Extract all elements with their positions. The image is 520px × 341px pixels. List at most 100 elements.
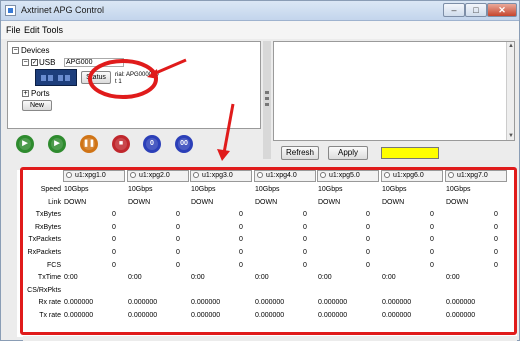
collapse-icon[interactable]: − — [22, 59, 29, 67]
table-cell: 0 — [176, 261, 180, 269]
table-cell: 0.000000 — [191, 312, 221, 319]
close-button[interactable]: ✕ — [487, 3, 517, 17]
table-cell: 0 — [366, 236, 370, 244]
minimize-button[interactable]: – — [443, 3, 465, 17]
column-radio-icon[interactable] — [193, 172, 199, 179]
table-cell: 0.000000 — [255, 299, 285, 307]
stop-button-icon: ■ — [118, 140, 124, 147]
table-cell: 0 — [366, 223, 370, 231]
table-cell: 0.000000 — [446, 299, 476, 307]
table-cell: 0:00 — [255, 274, 269, 282]
menu-edit[interactable]: Edit — [24, 25, 40, 35]
table-cell: DOWN — [128, 198, 151, 206]
row-label: FCS — [47, 261, 61, 269]
zero-button[interactable]: 0 — [143, 135, 161, 153]
serial-line-2: t 1 — [115, 79, 122, 85]
column-radio-icon[interactable] — [257, 172, 263, 179]
column-header[interactable]: u1:xpg6.0 — [381, 170, 443, 182]
table-cell: 0 — [239, 211, 243, 219]
expand-icon[interactable]: + — [22, 90, 29, 98]
table-cell: 0 — [430, 211, 434, 219]
new-button[interactable]: New — [22, 100, 52, 111]
refresh-button[interactable]: Refresh — [281, 146, 319, 160]
table-cell: DOWN — [446, 198, 469, 206]
device-name-field[interactable]: APG000 — [64, 58, 124, 67]
stop-button[interactable]: ■ — [112, 135, 130, 153]
app-window: Axtrinet APG Control – □ ✕ File Edit Too… — [0, 0, 520, 341]
column-radio-icon[interactable] — [384, 172, 390, 179]
table-cell: 0 — [303, 249, 307, 256]
table-cell: 0 — [494, 211, 498, 219]
table-cell: 0 — [366, 211, 370, 219]
column-header-label: u1:xpg2.0 — [139, 172, 170, 179]
table-cell: 0 — [366, 249, 370, 256]
vertical-scrollbar[interactable]: ▲ ▼ — [506, 42, 514, 140]
table-cell: 0 — [112, 211, 116, 219]
tree-devices[interactable]: − Devices — [12, 46, 49, 55]
table-cell: 0.000000 — [128, 312, 158, 319]
annotation-arrowhead-2 — [217, 149, 230, 161]
row-label: Tx rate — [39, 312, 61, 319]
column-radio-icon[interactable] — [448, 172, 454, 179]
table-cell: 10Gbps — [128, 186, 153, 193]
table-cell: 0 — [494, 236, 498, 244]
table-cell: 0 — [303, 223, 307, 231]
column-header[interactable]: u1:xpg7.0 — [445, 170, 507, 182]
tree-ports[interactable]: + Ports — [22, 89, 50, 98]
scroll-up-icon[interactable]: ▲ — [507, 42, 515, 50]
table-cell: 0 — [239, 236, 243, 244]
table-cell: 0 — [494, 261, 498, 269]
serial-info: rial: APG000010 t 1 — [115, 72, 159, 86]
tree-usb[interactable]: − ✓ USB — [22, 58, 55, 67]
pause-button[interactable]: ❚❚ — [80, 135, 98, 153]
table-cell: 0:00 — [446, 274, 460, 282]
row-label: CS/RxPkts — [27, 286, 61, 294]
details-pane: ▲ ▼ — [273, 41, 515, 141]
column-header[interactable]: u1:xpg4.0 — [254, 170, 316, 182]
column-header-label: u1:xpg3.0 — [202, 172, 233, 179]
scroll-down-icon[interactable]: ▼ — [507, 132, 515, 140]
table-cell: 0.000000 — [64, 299, 94, 307]
table-cell: 0.000000 — [446, 312, 476, 319]
column-radio-icon[interactable] — [130, 172, 136, 179]
table-cell: 0.000000 — [318, 299, 348, 307]
table-cell: 0 — [239, 261, 243, 269]
column-header[interactable]: u1:xpg5.0 — [317, 170, 379, 182]
menu-file[interactable]: File — [6, 25, 21, 35]
horizontal-scrollbar[interactable] — [23, 336, 517, 341]
table-cell: 0 — [430, 249, 434, 256]
column-radio-icon[interactable] — [66, 172, 72, 179]
title-bar: Axtrinet APG Control – □ ✕ — [1, 1, 519, 21]
table-cell: 0 — [430, 261, 434, 269]
column-header[interactable]: u1:xpg1.0 — [63, 170, 125, 182]
play-button[interactable]: ▶ — [16, 135, 34, 153]
table-cell: 10Gbps — [446, 186, 471, 193]
table-cell: 0 — [176, 223, 180, 231]
table-cell: 0:00 — [64, 274, 78, 282]
column-radio-icon[interactable] — [320, 172, 326, 179]
table-cell: 0.000000 — [128, 299, 158, 307]
step-button-icon: ▶ — [54, 140, 60, 147]
pane-splitter[interactable] — [263, 41, 271, 159]
table-cell: 0 — [176, 236, 180, 244]
table-cell: 0.000000 — [382, 299, 412, 307]
usb-checkbox[interactable]: ✓ — [31, 59, 38, 67]
collapse-icon[interactable]: − — [12, 47, 19, 55]
table-cell: DOWN — [255, 198, 278, 206]
column-header[interactable]: u1:xpg2.0 — [127, 170, 189, 182]
pause-button-icon: ❚❚ — [83, 140, 95, 147]
column-header-label: u1:xpg6.0 — [393, 172, 424, 179]
row-label: TxTime — [37, 274, 61, 282]
column-header[interactable]: u1:xpg3.0 — [190, 170, 252, 182]
table-cell: 0 — [303, 236, 307, 244]
zero-button-icon: 0 — [150, 140, 154, 147]
double-zero-button[interactable]: 00 — [175, 135, 193, 153]
ports-label: Ports — [31, 89, 50, 98]
status-button[interactable]: Status — [81, 71, 111, 84]
table-cell: 0 — [430, 223, 434, 231]
maximize-button[interactable]: □ — [465, 3, 487, 17]
apply-button[interactable]: Apply — [328, 146, 368, 160]
menu-tools[interactable]: Tools — [42, 25, 63, 35]
step-button[interactable]: ▶ — [48, 135, 66, 153]
column-header-label: u1:xpg1.0 — [75, 172, 106, 179]
